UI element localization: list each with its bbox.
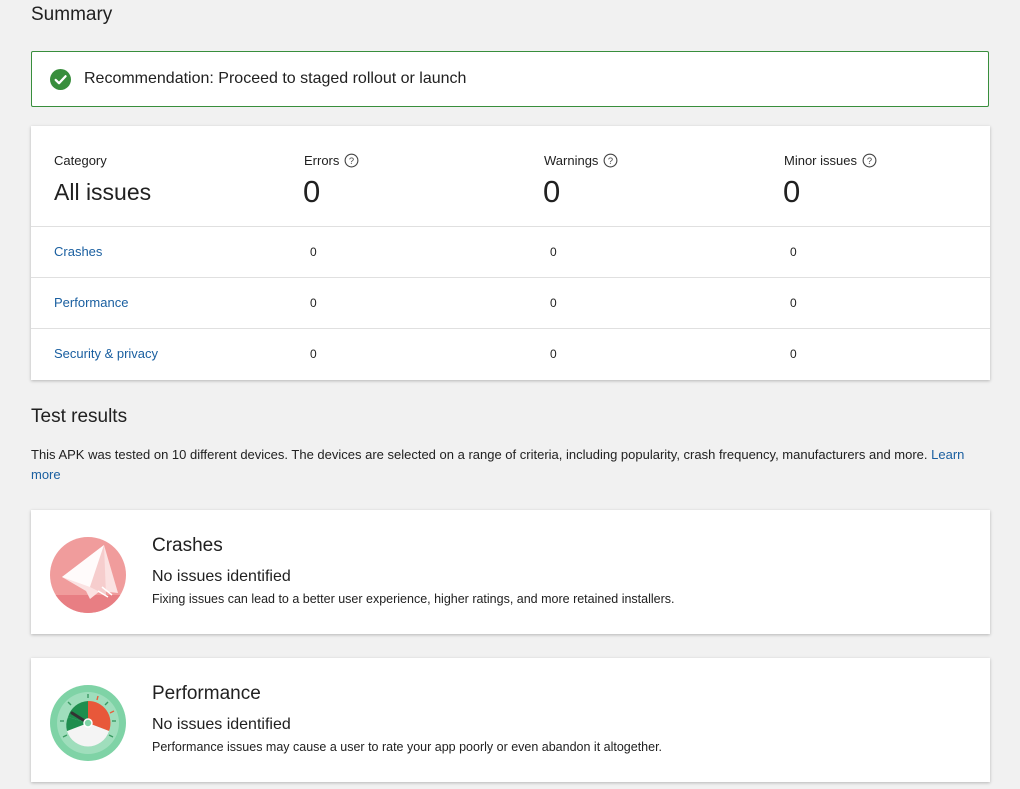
svg-text:?: ?	[867, 156, 872, 166]
all-issues-label: All issues	[54, 179, 152, 205]
help-icon[interactable]: ?	[862, 153, 877, 168]
performance-note: Performance issues may cause a user to r…	[152, 740, 663, 754]
svg-text:?: ?	[349, 156, 354, 166]
performance-result-card: Performance No issues identified Perform…	[31, 658, 990, 782]
crashes-status: No issues identified	[152, 568, 291, 585]
svg-text:?: ?	[608, 156, 613, 166]
minor-issues-count: 0	[790, 245, 797, 259]
minor-issues-count: 0	[790, 347, 797, 361]
errors-header: Errors ?	[304, 153, 359, 168]
minor-issues-header: Minor issues ?	[784, 153, 877, 168]
errors-count: 0	[310, 347, 317, 361]
table-row: Crashes 0 0 0	[31, 227, 990, 278]
warnings-count: 0	[550, 347, 557, 361]
recommendation-banner: Recommendation: Proceed to staged rollou…	[31, 51, 989, 107]
table-row: Performance 0 0 0	[31, 278, 990, 329]
summary-header-row: Category All issues Errors ? 0 Warnings …	[31, 126, 990, 227]
crash-illustration-icon	[50, 537, 126, 613]
category-link-crashes[interactable]: Crashes	[54, 244, 102, 259]
crashes-note: Fixing issues can lead to a better user …	[152, 592, 675, 606]
category-label: Category	[54, 153, 107, 168]
category-link-security-privacy[interactable]: Security & privacy	[54, 346, 158, 361]
check-circle-icon	[50, 68, 71, 90]
errors-count: 0	[310, 296, 317, 310]
recommendation-text: Recommendation: Proceed to staged rollou…	[84, 70, 467, 87]
errors-total: 0	[303, 174, 321, 209]
warnings-count: 0	[550, 245, 557, 259]
warnings-label: Warnings	[544, 153, 599, 168]
performance-status: No issues identified	[152, 716, 291, 733]
crashes-result-card: Crashes No issues identified Fixing issu…	[31, 510, 990, 634]
performance-title: Performance	[152, 683, 261, 704]
minor-issues-label: Minor issues	[784, 153, 857, 168]
errors-count: 0	[310, 245, 317, 259]
warnings-total: 0	[543, 174, 561, 209]
table-row: Security & privacy 0 0 0	[31, 329, 990, 380]
warnings-count: 0	[550, 296, 557, 310]
crashes-title: Crashes	[152, 535, 223, 556]
category-link-performance[interactable]: Performance	[54, 295, 128, 310]
performance-gauge-icon	[50, 685, 126, 761]
test-results-description: This APK was tested on 10 different devi…	[31, 445, 971, 485]
minor-issues-count: 0	[790, 296, 797, 310]
issues-summary-table: Category All issues Errors ? 0 Warnings …	[31, 126, 990, 380]
warnings-header: Warnings ?	[544, 153, 618, 168]
pre-launch-report-page: Summary Recommendation: Proceed to stage…	[0, 0, 1020, 789]
test-results-heading: Test results	[31, 406, 128, 427]
summary-heading: Summary	[31, 4, 113, 25]
help-icon[interactable]: ?	[344, 153, 359, 168]
description-text: This APK was tested on 10 different devi…	[31, 447, 928, 462]
errors-label: Errors	[304, 153, 340, 168]
help-icon[interactable]: ?	[603, 153, 618, 168]
minor-issues-total: 0	[783, 174, 801, 209]
